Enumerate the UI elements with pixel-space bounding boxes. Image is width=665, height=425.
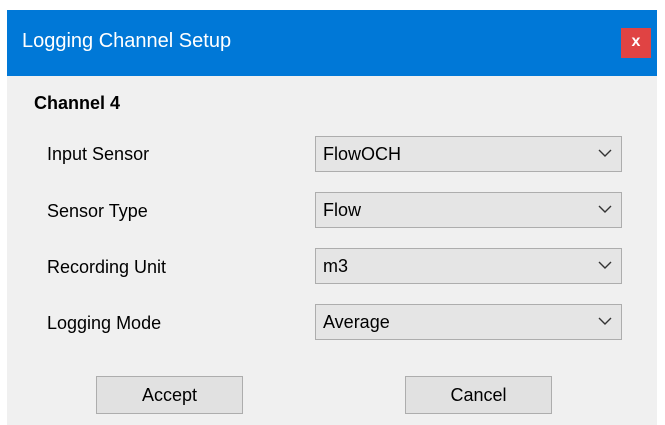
chevron-down-icon — [598, 261, 612, 269]
sensor-type-select[interactable]: Flow — [315, 192, 622, 228]
close-icon: x — [631, 33, 641, 50]
input-sensor-label: Input Sensor — [47, 144, 150, 164]
chevron-down-icon — [598, 205, 612, 213]
title-bar: Logging Channel Setup x — [7, 10, 657, 76]
cancel-button[interactable]: Cancel — [405, 376, 552, 414]
chevron-down-icon — [598, 317, 612, 325]
accept-button[interactable]: Accept — [96, 376, 243, 414]
recording-unit-label: Recording Unit — [47, 257, 167, 277]
logging-channel-setup-dialog: Logging Channel Setup x Channel 4 Input … — [7, 10, 657, 425]
logging-mode-label: Logging Mode — [47, 313, 162, 333]
chevron-down-icon — [598, 149, 612, 157]
input-sensor-select[interactable]: FlowOCH — [315, 136, 622, 172]
channel-heading: Channel 4 — [34, 93, 121, 113]
recording-unit-value: m3 — [323, 256, 349, 276]
logging-mode-value: Average — [323, 312, 390, 332]
sensor-type-value: Flow — [323, 200, 362, 220]
sensor-type-label: Sensor Type — [47, 201, 148, 221]
input-sensor-value: FlowOCH — [323, 144, 402, 164]
recording-unit-select[interactable]: m3 — [315, 248, 622, 284]
window-edge — [657, 10, 665, 425]
close-button[interactable]: x — [621, 28, 651, 58]
window-title: Logging Channel Setup — [22, 30, 232, 52]
logging-mode-select[interactable]: Average — [315, 304, 622, 340]
